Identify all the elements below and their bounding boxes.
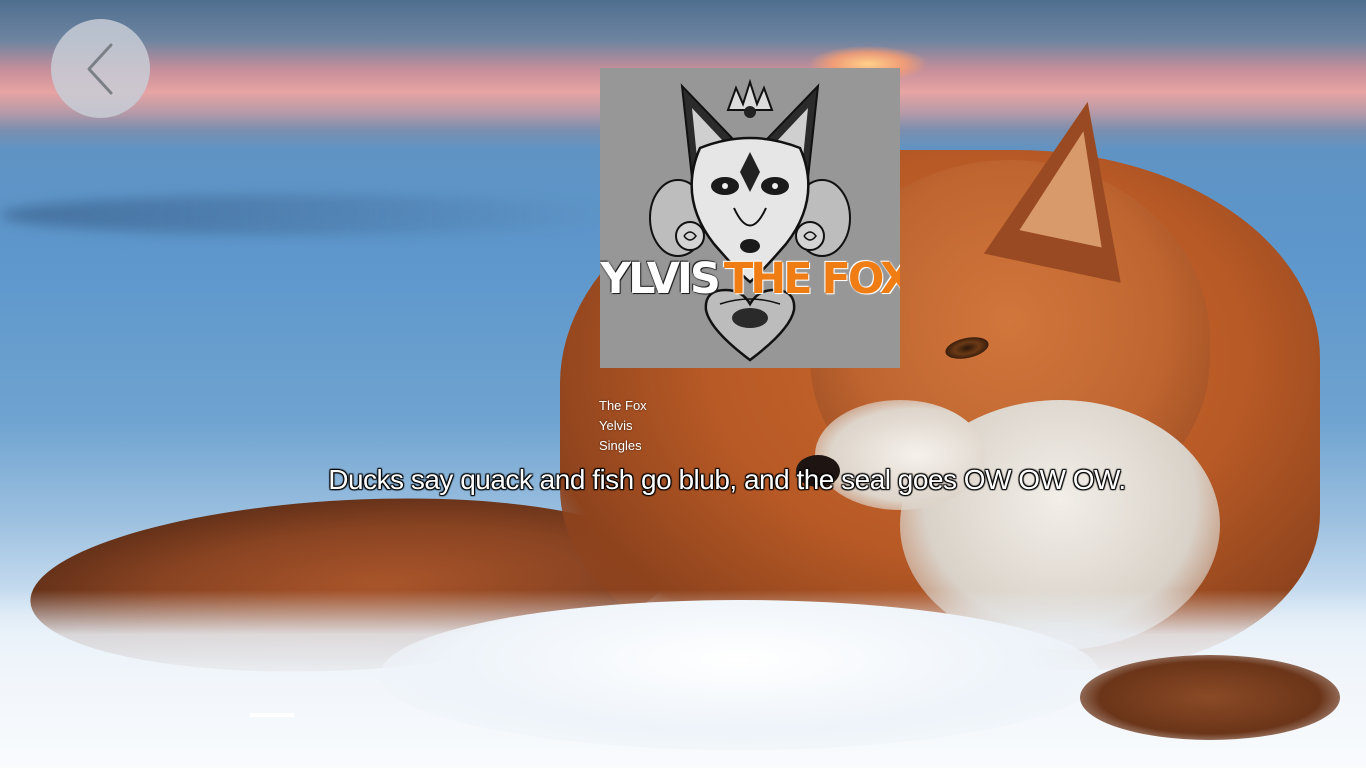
now-playing-screen: YLVIS THE FOX The Fox Yelvis Singles Duck… [0, 0, 1366, 768]
track-title: The Fox [599, 398, 647, 413]
progress-indicator [250, 713, 294, 717]
track-artist: Yelvis [599, 418, 633, 433]
track-info: The Fox Yelvis Singles [599, 396, 647, 456]
background-photo-detail [380, 600, 1100, 750]
background-photo-detail [1080, 655, 1340, 740]
track-album: Singles [599, 438, 642, 453]
back-button[interactable] [51, 19, 150, 118]
album-art: YLVIS THE FOX [600, 68, 900, 368]
fox-illustration [649, 78, 851, 362]
background-photo-detail [0, 195, 620, 235]
album-logo-title: THE FOX [723, 254, 900, 304]
chevron-left-icon [87, 43, 112, 94]
current-lyric-line: Ducks say quack and fish go blub, and th… [328, 464, 1126, 495]
album-logo-artist: YLVIS [600, 254, 721, 304]
album-logo: YLVIS THE FOX [600, 258, 900, 301]
